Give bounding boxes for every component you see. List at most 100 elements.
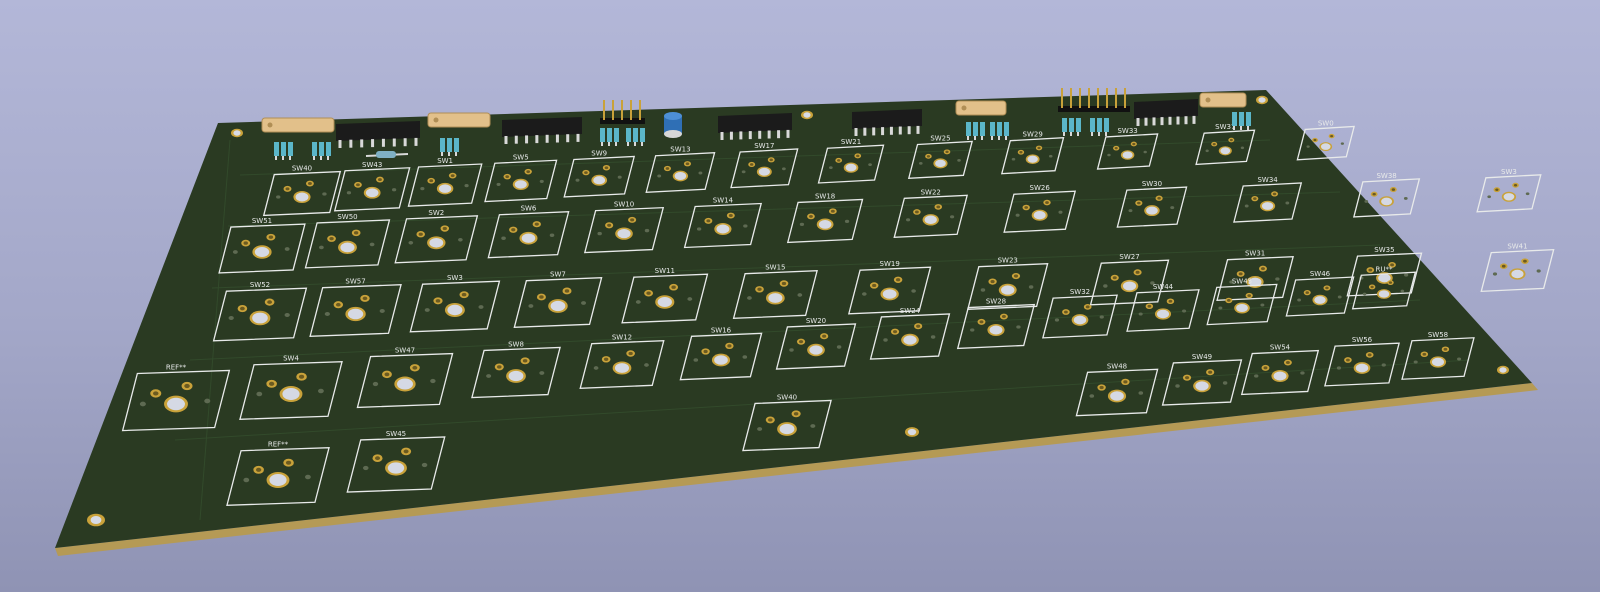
axial-resistor-body [376,151,396,158]
switch-peg [781,167,786,171]
switch-peg [1403,196,1408,200]
switch-pin-drill [830,209,835,213]
switch-center-hole [989,325,1003,335]
switch-label: SW50 [337,213,357,221]
switch-label: SW12 [612,334,632,342]
mounting-hole-drill [90,515,102,525]
switch-pin-drill [630,218,635,222]
switch-label: SW25 [930,134,950,142]
switch-peg [362,465,369,471]
switch-peg [424,308,430,312]
resistor-pack [1199,92,1247,108]
switch-pin-drill [936,205,941,209]
switch-peg [868,163,872,167]
switch-label: SW27 [1119,253,1139,261]
switch-center-hole [521,233,536,243]
ic-pin [1160,117,1164,126]
switch-peg [1400,289,1405,293]
switch-label: SW22 [921,188,941,196]
pin-header-pin [621,100,623,120]
switch-pin-drill [1229,138,1233,142]
switch-center-hole [1027,155,1038,163]
resistor-lead [601,142,603,146]
switch-pin-drill [285,187,290,191]
pcb-3d-canvas[interactable]: SW40 SW43 SW1 SW5 SW9 SW13 SW17 SW21 SW25 SW29 SW3… [0,0,1600,592]
switch-label: SW40 [777,393,797,401]
switch-pin-drill [267,300,272,304]
switch-label: SW4 [283,355,299,363]
switch-pin-drill [1064,310,1068,314]
resistor [626,128,631,142]
mounting-hole-drill [233,130,241,136]
switch-label: REF** [166,363,187,371]
mounting-hole-drill [803,112,811,118]
resistor-pack-marker [961,105,967,111]
switch-pin-drill [335,302,341,307]
switch-pin-drill [809,214,813,218]
switch-peg [501,236,506,240]
switch-pin-drill [429,179,434,183]
switch-pin-drill [916,324,921,328]
switch-peg [1128,209,1133,213]
resistor-lead [282,156,284,160]
ic-pin [338,140,342,148]
switch-pin-drill [1238,272,1243,276]
switch-label: SW11 [655,267,675,275]
resistor [614,128,619,142]
3d-viewport[interactable]: SW40 SW43 SW1 SW5 SW9 SW13 SW17 SW21 SW25 SW29 SW3… [0,0,1600,592]
switch-peg [693,358,699,362]
switch-peg [1058,210,1063,214]
switch-peg [1337,295,1342,299]
switch-peg [1099,315,1104,319]
resistor-lead [448,152,450,156]
switch-label: SW13 [670,146,690,154]
switch-peg [319,245,324,250]
switch-pin-drill [584,171,588,174]
switch-peg [810,424,816,428]
switch-center-hole [1195,381,1209,391]
switch-pin-drill [665,167,670,170]
switch-center-hole [1110,391,1124,401]
switch-peg [1306,145,1310,148]
switch-pin-drill [184,383,190,389]
resistor [980,122,985,136]
switch-peg [392,188,397,192]
switch-peg [1275,277,1280,281]
switch-peg [139,401,146,407]
switch-pin-drill [329,237,334,241]
switch-peg [789,348,794,352]
switch-pin-drill [539,295,544,299]
switch-peg [950,215,955,219]
switch-peg [1457,357,1462,361]
switch-peg [1143,150,1147,154]
switch-label: SW6 [521,205,537,213]
switch-peg [1297,298,1302,302]
switch-peg [743,224,748,228]
switch-label: SW18 [815,192,835,200]
ic-pin [854,128,858,136]
switch-peg [421,462,428,468]
switch-label: SW40 [292,165,312,173]
resistor [640,128,645,142]
switch-peg [617,175,622,179]
switch-pin-drill [240,306,245,311]
switch-pin-drill [377,178,382,182]
switch-peg [430,378,436,384]
switch-peg [1254,374,1259,378]
ic-pin [535,135,539,144]
switch-pin-drill [1263,366,1268,370]
switch-pin-drill [375,456,381,461]
switch-label: SW14 [713,197,734,205]
switch-center-hole [508,370,524,382]
switch-center-hole [903,335,917,345]
switch-footprint: SW41 [1480,243,1555,293]
switch-pin-drill [1137,201,1141,205]
ic-pin [889,126,893,135]
ic-pin [349,139,353,148]
resistor-lead [1105,132,1107,136]
switch-pin-drill [1388,281,1393,284]
switch-pin-drill [497,365,502,369]
switch-pin-drill [307,182,312,186]
switch-peg [478,305,484,309]
switch-peg [1138,391,1144,395]
